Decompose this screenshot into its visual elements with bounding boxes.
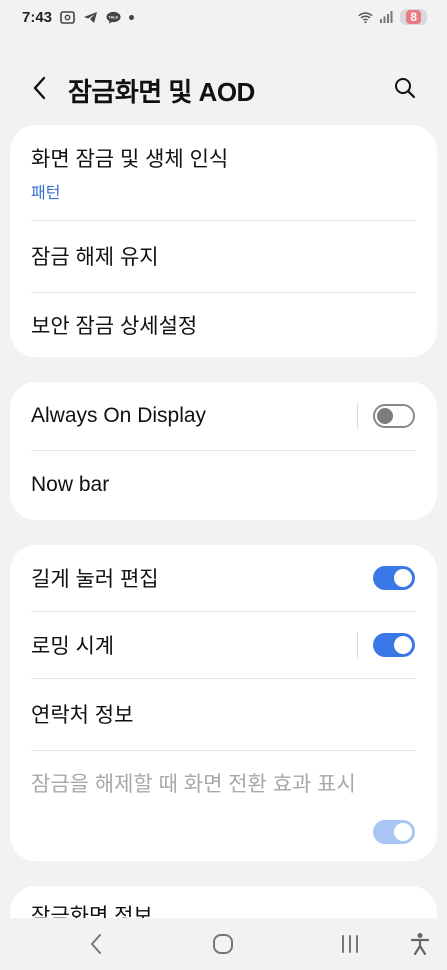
aod-card: Always On Display Now bar (10, 382, 437, 520)
toggle-wrap (31, 820, 415, 844)
svg-text:TALK: TALK (109, 15, 119, 19)
row-title: 잠금을 해제할 때 화면 전환 효과 표시 (31, 773, 356, 796)
always-on-display-toggle[interactable] (373, 404, 415, 428)
row-subtitle: 패턴 (31, 184, 61, 202)
toggle-knob (394, 635, 412, 654)
kakaotalk-icon: TALK (106, 11, 121, 24)
accessibility-button[interactable] (404, 928, 436, 960)
row-title: 잠금 해제 유지 (31, 246, 159, 269)
signal-icon (379, 11, 394, 24)
row-title: 화면 잠금 및 생체 인식 (31, 147, 229, 171)
now-bar-item[interactable]: Now bar (10, 450, 437, 520)
home-nav-icon (213, 934, 233, 954)
home-nav-button[interactable] (207, 928, 239, 960)
wifi-icon (358, 11, 373, 24)
long-press-edit-toggle[interactable] (373, 566, 415, 590)
row-title: 로밍 시계 (31, 634, 115, 658)
unlock-transition-item[interactable]: 잠금을 해제할 때 화면 전환 효과 표시 (10, 750, 437, 861)
toggle-knob (377, 408, 393, 424)
accessibility-icon (410, 933, 430, 956)
navigation-bar (0, 918, 447, 970)
long-press-edit-item[interactable]: 길게 눌러 편집 (10, 545, 437, 611)
lockscreen-info-card: 잠금화면 정보 (10, 886, 437, 920)
contact-info-item[interactable]: 연락처 정보 (10, 678, 437, 750)
row-text: Always On Display (31, 404, 357, 428)
battery-level: 8 (406, 10, 421, 24)
keep-unlocked-item[interactable]: 잠금 해제 유지 (10, 220, 437, 292)
row-title: Always On Display (31, 404, 207, 427)
status-bar: 7:43 TALK 8 (0, 0, 447, 34)
row-title: 보안 잠금 상세설정 (31, 314, 198, 338)
back-nav-button[interactable] (80, 928, 112, 960)
chevron-left-icon (33, 76, 46, 100)
status-time: 7:43 (22, 8, 53, 26)
row-title: 잠금화면 정보 (31, 905, 153, 920)
roaming-clock-toggle[interactable] (373, 632, 415, 657)
toggle-knob (394, 569, 412, 587)
status-right: 8 (358, 9, 427, 25)
page-title: 잠금화면 및 AOD (68, 77, 255, 107)
telegram-icon (83, 11, 98, 24)
app-header: 잠금화면 및 AOD (0, 60, 447, 116)
search-icon (395, 78, 416, 99)
back-button[interactable] (26, 74, 54, 102)
row-title: 연락처 정보 (31, 704, 134, 727)
secure-lock-settings-item[interactable]: 보안 잠금 상세설정 (10, 292, 437, 357)
back-nav-icon (91, 934, 101, 954)
row-title: 길게 눌러 편집 (31, 568, 159, 591)
recents-nav-icon (342, 935, 358, 953)
vertical-divider (357, 403, 358, 429)
battery-indicator: 8 (400, 9, 427, 25)
screen-lock-item[interactable]: 화면 잠금 및 생체 인식 패턴 (10, 125, 437, 220)
recents-nav-button[interactable] (334, 928, 366, 960)
row-title: Now bar (31, 473, 110, 496)
row-text: 로밍 시계 (31, 630, 357, 660)
vertical-divider (357, 631, 358, 658)
roaming-clock-item[interactable]: 로밍 시계 (10, 611, 437, 678)
lockscreen-info-item[interactable]: 잠금화면 정보 (10, 886, 437, 920)
row-text: 길게 눌러 편집 (31, 563, 373, 593)
unlock-transition-toggle[interactable] (373, 820, 415, 844)
always-on-display-item[interactable]: Always On Display (10, 382, 437, 450)
dot-icon (129, 14, 135, 20)
search-button[interactable] (391, 74, 419, 102)
lockscreen-options-card: 길게 눌러 편집 로밍 시계 연락처 정보 잠금을 해제할 때 화면 전환 효과… (10, 545, 437, 861)
screenshot-icon (60, 10, 75, 24)
toggle-knob (394, 823, 412, 841)
row-text: 화면 잠금 및 생체 인식 패턴 (31, 143, 415, 203)
status-left: 7:43 TALK (22, 8, 135, 26)
security-card: 화면 잠금 및 생체 인식 패턴 잠금 해제 유지 보안 잠금 상세설정 (10, 125, 437, 357)
